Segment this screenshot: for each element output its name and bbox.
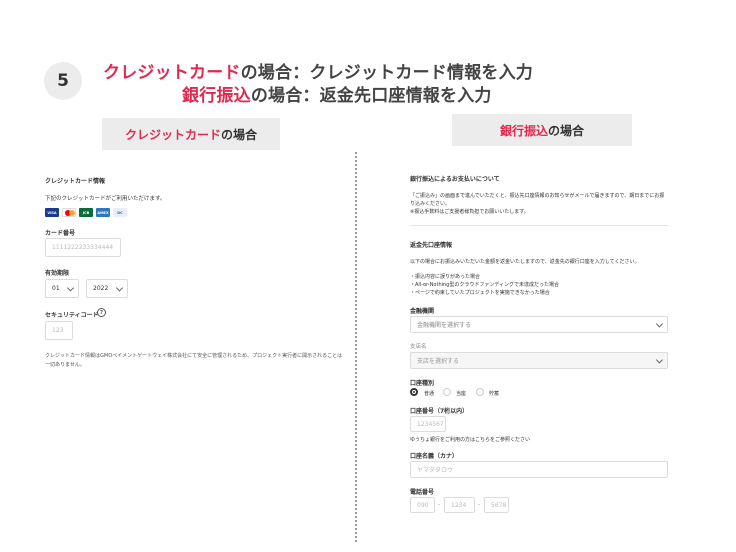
left-label-highlight: クレジットカード bbox=[124, 127, 221, 142]
bank-name-label: 金融機関 bbox=[410, 308, 435, 315]
headline-1-rest: の場合：クレジットカード情報を入力 bbox=[240, 63, 534, 83]
expiry-month-select[interactable]: 01 bbox=[45, 279, 79, 298]
diners-club-icon: DC bbox=[113, 208, 127, 217]
account-type-toza-radio[interactable] bbox=[443, 388, 451, 396]
bank-select[interactable]: 金融機関を選択する bbox=[410, 316, 668, 333]
card-number-input[interactable]: 1111222233334444 bbox=[45, 238, 121, 257]
account-type-toza-label: 当座 bbox=[456, 391, 467, 397]
expiry-month-value: 01 bbox=[52, 285, 60, 292]
headline-1-highlight: クレジットカード bbox=[103, 63, 241, 83]
account-type-chochiku-label: 貯蓄 bbox=[489, 391, 500, 397]
account-type-futsu-label: 普通 bbox=[424, 391, 435, 397]
branch-select[interactable]: 支店を選択する bbox=[410, 352, 668, 369]
refund-desc: 以下の場合にお振込みいただいた金額を返金いたしますので、返金先の銀行口座を入力し… bbox=[410, 259, 640, 265]
headline-line-2: 銀行振込の場合：返金先口座情報を入力 bbox=[182, 81, 492, 106]
card-number-label: カード番号 bbox=[45, 230, 76, 237]
amex-icon: AMEX bbox=[96, 208, 110, 217]
phone-input-1[interactable]: 090 bbox=[410, 497, 435, 513]
security-code-input[interactable]: 123 bbox=[45, 321, 73, 340]
bank-transfer-section-label: 銀行振込 の場合 bbox=[452, 114, 632, 146]
yucho-note-link[interactable]: ゆうちょ銀行をご利用の方はこちらをご参照ください bbox=[410, 436, 530, 443]
bank-info-desc-2: り込みください。 bbox=[410, 201, 451, 207]
bank-info-desc-1: 「ご振込み」の画面まで進んでいただくと、振込先口座情報のお知らせがメールで届きま… bbox=[410, 193, 665, 199]
bank-select-placeholder: 金融機関を選択する bbox=[417, 322, 472, 329]
section-divider bbox=[355, 152, 357, 542]
card-brand-list: VISA JCB AMEX DC bbox=[45, 208, 127, 217]
mastercard-icon bbox=[62, 208, 76, 217]
credit-card-section-label: クレジットカード の場合 bbox=[102, 118, 280, 150]
expiry-year-select[interactable]: 2022 bbox=[86, 279, 128, 298]
step-number-badge: 5 bbox=[44, 62, 82, 100]
cc-security-notice: クレジットカード情報はGMOペイメントゲートウェイ株式会社にて安全に管理されるた… bbox=[45, 353, 343, 368]
phone-input-3[interactable]: 5678 bbox=[484, 497, 509, 513]
account-name-label: 口座名義（カナ） bbox=[410, 453, 459, 460]
account-name-input[interactable]: ヤマダタロウ bbox=[410, 461, 668, 478]
bank-info-desc-3: ※振込手数料はご支援者様負担でお願いいたします。 bbox=[410, 209, 529, 215]
right-label-rest: の場合 bbox=[548, 123, 585, 138]
expiry-year-value: 2022 bbox=[93, 285, 109, 292]
headline-2-rest: の場合：返金先口座情報を入力 bbox=[250, 86, 492, 106]
expiry-label: 有効期限 bbox=[45, 270, 70, 277]
chevron-down-icon bbox=[655, 355, 664, 364]
account-type-futsu-radio[interactable] bbox=[410, 388, 418, 396]
cc-form-subtitle: 下記のクレジットカードがご利用いただけます。 bbox=[45, 196, 166, 202]
phone-separator-2: - bbox=[478, 502, 480, 508]
credit-card-form-panel: クレジットカード情報 下記のクレジットカードがご利用いただけます。 VISA J… bbox=[28, 160, 344, 390]
phone-label: 電話番号 bbox=[410, 489, 435, 496]
chevron-down-icon bbox=[115, 283, 124, 292]
account-type-chochiku-radio[interactable] bbox=[476, 388, 484, 396]
account-number-input[interactable]: 1234567 bbox=[410, 416, 446, 432]
bank-info-title: 銀行振込によるお支払いについて bbox=[410, 176, 500, 183]
right-label-highlight: 銀行振込 bbox=[499, 123, 548, 138]
refund-account-title: 返金先口座情報 bbox=[410, 242, 453, 249]
cc-form-title: クレジットカード情報 bbox=[45, 178, 106, 185]
refund-case-3: ・ページで約束していたプロジェクトを実施できなかった場合 bbox=[410, 290, 550, 296]
refund-case-1: ・振込内容に誤りがあった場合 bbox=[410, 274, 481, 280]
chevron-down-icon bbox=[655, 319, 664, 328]
refund-case-2: ・All-or-Nothing型のクラウドファンディングで未達成だった場合 bbox=[410, 282, 560, 288]
account-number-label: 口座番号（7桁以内） bbox=[410, 408, 469, 415]
chevron-down-icon bbox=[66, 283, 75, 292]
left-label-rest: の場合 bbox=[221, 127, 258, 142]
jcb-icon: JCB bbox=[79, 208, 93, 217]
phone-separator-1: - bbox=[438, 502, 440, 508]
visa-icon: VISA bbox=[45, 208, 59, 217]
bank-section-divider bbox=[410, 225, 668, 226]
headline-2-highlight: 銀行振込 bbox=[182, 86, 251, 106]
account-type-label: 口座種別 bbox=[410, 380, 435, 387]
branch-select-placeholder: 支店を選択する bbox=[417, 358, 460, 365]
phone-input-2[interactable]: 1234 bbox=[444, 497, 475, 513]
headline-line-1: クレジットカードの場合：クレジットカード情報を入力 bbox=[103, 58, 533, 83]
help-icon[interactable]: ? bbox=[97, 308, 106, 317]
security-code-label: セキュリティコード bbox=[45, 312, 99, 319]
branch-label: 支店名 bbox=[410, 344, 427, 350]
